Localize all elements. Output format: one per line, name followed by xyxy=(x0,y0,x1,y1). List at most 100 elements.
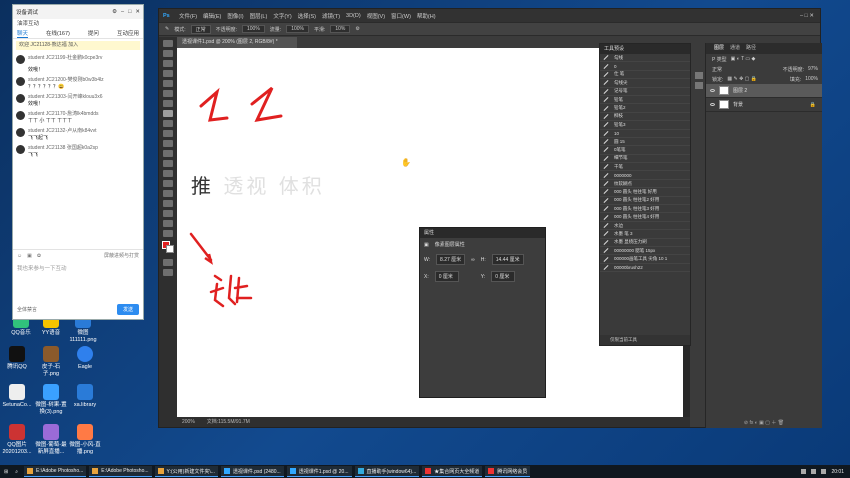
send-button[interactable]: 发送 xyxy=(116,304,139,315)
healing-tool-icon[interactable] xyxy=(163,100,173,107)
dodge-tool-icon[interactable] xyxy=(163,170,173,177)
menu-layer[interactable]: 图层(L) xyxy=(250,12,268,20)
brush-icon[interactable]: ✎ xyxy=(165,26,169,32)
brush-tool-icon[interactable] xyxy=(163,110,173,117)
tray-icon[interactable] xyxy=(811,469,817,474)
preset-item[interactable]: 记号笔 xyxy=(600,88,690,96)
preset-item[interactable]: 水墨 笔 3 xyxy=(600,230,690,239)
preset-item[interactable]: 000 圆头 柱往笔3 好用 xyxy=(600,205,690,214)
preset-item[interactable]: 水墨 显绕压力刷 xyxy=(600,239,690,247)
visibility-eye-icon[interactable] xyxy=(710,103,715,106)
window-controls[interactable]: – □ ✕ xyxy=(800,13,820,19)
y-field[interactable]: 0 厘米 xyxy=(491,271,516,282)
background-color-swatch[interactable] xyxy=(166,245,174,253)
preset-item[interactable]: 圆 15 xyxy=(600,138,690,147)
eyedropper-tool-icon[interactable] xyxy=(163,90,173,97)
preset-item[interactable]: 000 圆头 柱往笔 好用 xyxy=(600,188,690,197)
tab-chat[interactable]: 聊天 xyxy=(17,29,29,38)
opacity-field[interactable]: 100% xyxy=(242,25,265,33)
preset-item[interactable]: 干笔 xyxy=(600,163,690,172)
menu-edit[interactable]: 编辑(E) xyxy=(203,12,221,20)
layer-row-layer2[interactable]: 图层 2 xyxy=(706,84,822,98)
search-icon[interactable]: ⌕ xyxy=(12,469,21,475)
menu-view[interactable]: 视图(V) xyxy=(367,12,385,20)
history-brush-icon[interactable] xyxy=(163,130,173,137)
taskbar-item[interactable]: E:\Adobe Photosho... xyxy=(24,466,87,477)
document-tab[interactable]: 透视课件1.psd @ 200% (图层 2, RGB/8#) * xyxy=(177,37,297,48)
taskbar-item[interactable]: ★集合网页大全频道 xyxy=(422,466,483,477)
desktop-icon-eagle[interactable]: Eagle xyxy=(68,346,102,371)
close-icon[interactable]: ✕ xyxy=(135,9,140,15)
clock[interactable]: 20:01 xyxy=(831,469,844,475)
flow-field[interactable]: 100% xyxy=(286,25,309,33)
desktop-icon-qq[interactable]: 腾讯QQ xyxy=(0,346,34,371)
zoom-tool-icon[interactable] xyxy=(163,230,173,237)
preset-item[interactable]: 勾线 xyxy=(600,54,690,63)
move-tool-icon[interactable] xyxy=(163,40,173,47)
layer-opacity-field[interactable]: 97% xyxy=(808,66,822,72)
desktop-icon-png5[interactable]: 微图-小风-直播.png xyxy=(68,424,102,456)
tab-layers[interactable]: 图层 xyxy=(714,43,724,54)
preset-item[interactable]: 铅笔3 xyxy=(600,121,690,130)
tray-icon[interactable] xyxy=(821,469,827,474)
stamp-tool-icon[interactable] xyxy=(163,120,173,127)
taskbar-item[interactable]: Y:(公用)新建文件夹\... xyxy=(154,466,218,477)
crop-tool-icon[interactable] xyxy=(163,80,173,87)
path-select-icon[interactable] xyxy=(163,200,173,207)
shape-tool-icon[interactable] xyxy=(163,210,173,217)
desktop-icon-setuna[interactable]: SetunaCo... xyxy=(0,384,34,409)
screen-mode-icon[interactable] xyxy=(163,269,173,276)
message-list[interactable]: student JC21199-杜金鹏k0cpe3rv 效哦！ student … xyxy=(13,52,143,249)
preset-item[interactable]: 纹软糊点 xyxy=(600,180,690,189)
preset-item[interactable]: 勾线尖 xyxy=(600,79,690,88)
layer-row-background[interactable]: 背景 🔒 xyxy=(706,98,822,112)
mute-all-toggle[interactable]: 全体禁言 xyxy=(17,306,37,313)
menu-filter[interactable]: 滤镜(T) xyxy=(322,12,340,20)
width-field[interactable]: 8.27 厘米 xyxy=(436,254,466,265)
quick-select-tool-icon[interactable] xyxy=(163,70,173,77)
desktop-icon-png3[interactable]: 微图-树果-置换(3).png xyxy=(34,384,68,416)
link-icon[interactable]: ∞ xyxy=(471,257,475,263)
gradient-tool-icon[interactable] xyxy=(163,150,173,157)
taskbar-item[interactable]: E:\Adobe Photosho... xyxy=(89,466,152,477)
lock-icons[interactable]: ▦ ✎ ✥ ▢ 🔒 xyxy=(727,76,757,82)
menu-3d[interactable]: 3D(D) xyxy=(346,13,361,19)
visibility-eye-icon[interactable] xyxy=(710,89,715,92)
lasso-tool-icon[interactable] xyxy=(163,60,173,67)
gear-icon[interactable]: ⚙ xyxy=(355,26,359,32)
zoom-level[interactable]: 200% xyxy=(182,417,195,427)
settings-icon[interactable]: ⚙ xyxy=(112,9,117,15)
tab-paths[interactable]: 路径 xyxy=(746,43,756,54)
desktop-icon-qqimg[interactable]: QQ图片20201203... xyxy=(0,424,34,456)
desktop-icon-library[interactable]: xa.library xyxy=(68,384,102,409)
taskbar-item[interactable]: 透视课件.psd (2480... xyxy=(220,466,284,477)
flower-icon[interactable]: ✿ xyxy=(37,253,41,259)
preset-item[interactable]: 00000000 腮笔 15px xyxy=(600,247,690,256)
preset-item[interactable]: 0 xyxy=(600,62,690,71)
eraser-tool-icon[interactable] xyxy=(163,140,173,147)
menu-window[interactable]: 窗口(W) xyxy=(391,12,411,20)
start-icon[interactable]: ⊞ xyxy=(0,469,12,475)
preset-item[interactable]: 000000画笔工具 尖角 10 1 xyxy=(600,255,690,264)
smooth-field[interactable]: 10% xyxy=(330,25,351,33)
preset-item[interactable]: 10 xyxy=(600,130,690,138)
preset-item[interactable]: 铅笔2 xyxy=(600,104,690,113)
preset-item[interactable]: 水边 xyxy=(600,222,690,231)
tab-apps[interactable]: 互动应用 xyxy=(117,29,139,38)
filter-icons[interactable]: ▣ ◐ T ▭ ◆ xyxy=(731,56,756,62)
adjustments-icon[interactable] xyxy=(695,82,703,89)
desktop-icon-png4[interactable]: 微图-葡萄-最新屏直播... xyxy=(34,424,68,456)
menu-type[interactable]: 文字(Y) xyxy=(273,12,291,20)
maximize-icon[interactable]: □ xyxy=(128,9,131,15)
menu-image[interactable]: 图像(I) xyxy=(227,12,243,20)
menu-help[interactable]: 帮助(H) xyxy=(417,12,436,20)
preset-item[interactable]: 仕 笔 xyxy=(600,71,690,80)
height-field[interactable]: 14.44 厘米 xyxy=(491,254,524,265)
taskbar-item[interactable]: 腾讯网络会员 xyxy=(485,466,531,477)
tray-icon[interactable] xyxy=(801,469,807,474)
history-icon[interactable] xyxy=(695,72,703,79)
preset-item[interactable]: 柳枝 xyxy=(600,113,690,122)
preset-item[interactable]: 铅笔 xyxy=(600,96,690,105)
taskbar-item[interactable]: 透视课件1.psd @ 20... xyxy=(286,466,352,477)
x-field[interactable]: 0 厘米 xyxy=(434,271,459,282)
